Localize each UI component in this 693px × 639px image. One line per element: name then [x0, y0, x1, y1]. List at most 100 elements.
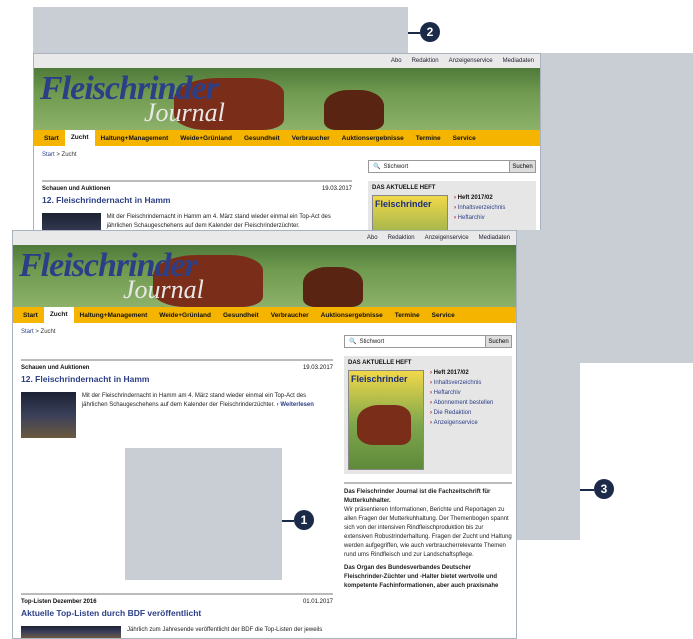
main-column: Schauen und Auktionen 19.03.2017 12. Fle…	[21, 359, 333, 438]
issue-link-anzeigen[interactable]: Anzeigenservice	[430, 420, 493, 426]
header-banner: Fleischrinder Journal	[13, 245, 516, 307]
callout-2: 2	[420, 22, 440, 42]
article-text-body: Mit der Fleischrindernacht in Hamm am 4.…	[81, 393, 307, 408]
nav-zucht[interactable]: Zucht	[43, 307, 74, 323]
nav-start[interactable]: Start	[17, 312, 44, 319]
search-placeholder: Stichwort	[359, 338, 385, 345]
article-kicker: Schauen und Auktionen	[42, 186, 111, 192]
nav-haltung[interactable]: Haltung+Management	[95, 135, 175, 142]
callout-3: 3	[594, 479, 614, 499]
current-issue-box: DAS AKTUELLE HEFT Fleischrinder Heft 201…	[344, 356, 512, 474]
article-body: Mit der Fleischrindernacht in Hamm am 4.…	[21, 392, 333, 438]
annotation-region-3-lower	[517, 230, 580, 540]
issue-number: Heft 2017/02	[430, 370, 493, 376]
issue-link-abo[interactable]: Abonnement bestellen	[430, 400, 494, 406]
article2-body: Jährlich zum Jahresende veröffentlicht d…	[21, 626, 333, 638]
issue-link-redaktion[interactable]: Die Redaktion	[430, 410, 493, 416]
top-link-redaktion[interactable]: Redaktion	[412, 58, 439, 64]
search-box: 🔍 Stichwort Suchen	[344, 335, 512, 348]
nav-weide[interactable]: Weide+Grünland	[153, 312, 217, 319]
issue-cover[interactable]: Fleischrinder	[348, 370, 424, 470]
header-banner: Fleischrinder Journal	[34, 68, 540, 130]
cover-title: Fleischrinder	[375, 199, 432, 209]
page-screenshot-wide: Abo Redaktion Anzeigenservice Mediadaten…	[33, 53, 541, 233]
nav-termine[interactable]: Termine	[389, 312, 426, 319]
search-input[interactable]: 🔍 Stichwort	[345, 336, 485, 347]
issue-link-heftarchiv[interactable]: Heftarchiv	[454, 215, 505, 221]
article-image[interactable]	[21, 392, 76, 438]
article2-title[interactable]: Aktuelle Top-Listen durch BDF veröffentl…	[21, 608, 333, 618]
callout-line-1	[282, 520, 294, 522]
top-link-mediadaten[interactable]: Mediadaten	[479, 235, 510, 241]
breadcrumb-start[interactable]: Start	[42, 152, 55, 158]
nav-zucht[interactable]: Zucht	[64, 130, 95, 146]
top-link-anzeigenservice[interactable]: Anzeigenservice	[425, 235, 469, 241]
callout-1: 1	[294, 510, 314, 530]
current-issue-row: Fleischrinder Heft 2017/02 Inhaltsverzei…	[348, 370, 508, 470]
issue-link-inhalt[interactable]: Inhaltsverzeichnis	[454, 205, 506, 211]
nav-start[interactable]: Start	[38, 135, 65, 142]
nav-auktionsergebnisse[interactable]: Auktionsergebnisse	[315, 312, 389, 319]
nav-termine[interactable]: Termine	[410, 135, 447, 142]
nav-verbraucher[interactable]: Verbraucher	[265, 312, 315, 319]
current-issue-box: DAS AKTUELLE HEFT Fleischrinder Heft 201…	[368, 181, 536, 232]
nav-service[interactable]: Service	[447, 135, 482, 142]
breadcrumb-start[interactable]: Start	[21, 329, 34, 335]
top-link-abo[interactable]: Abo	[367, 235, 378, 241]
article2-kicker: Top-Listen Dezember 2016	[21, 599, 97, 605]
logo-journal: Journal	[144, 98, 225, 127]
nav-gesundheit[interactable]: Gesundheit	[238, 135, 286, 142]
issue-cover[interactable]: Fleischrinder	[372, 195, 448, 232]
main-column: Schauen und Auktionen 19.03.2017 12. Fle…	[42, 180, 352, 232]
nav-verbraucher[interactable]: Verbraucher	[286, 135, 336, 142]
issue-links: Heft 2017/02 Inhaltsverzeichnis Heftarch…	[430, 370, 494, 470]
top-links: Abo Redaktion Anzeigenservice Mediadaten	[13, 231, 516, 245]
issue-link-heftarchiv[interactable]: Heftarchiv	[430, 390, 493, 396]
issue-link-inhalt[interactable]: Inhaltsverzeichnis	[430, 380, 493, 386]
article-text: Mit der Fleischrindernacht in Hamm am 4.…	[82, 392, 333, 438]
article2-image[interactable]	[21, 626, 121, 638]
top-links: Abo Redaktion Anzeigenservice Mediadaten	[34, 54, 540, 68]
main-column-second-article: Top-Listen Dezember 2016 01.01.2017 Aktu…	[21, 593, 333, 638]
top-link-mediadaten[interactable]: Mediadaten	[503, 58, 534, 64]
cover-title: Fleischrinder	[351, 374, 408, 384]
nav-gesundheit[interactable]: Gesundheit	[217, 312, 265, 319]
about-box: Das Fleischrinder Journal ist die Fachze…	[344, 482, 512, 591]
article-title[interactable]: 12. Fleischrindernacht in Hamm	[21, 374, 333, 384]
current-issue-row: Fleischrinder Heft 2017/02 Inhaltsverzei…	[372, 195, 532, 232]
search-box: 🔍 Stichwort Suchen	[368, 160, 536, 173]
read-more-link[interactable]: › Weiterlesen	[277, 402, 314, 408]
top-link-redaktion[interactable]: Redaktion	[388, 235, 415, 241]
article-title[interactable]: 12. Fleischrindernacht in Hamm	[42, 195, 352, 205]
callout-line-3	[580, 489, 594, 491]
search-input[interactable]: 🔍 Stichwort	[369, 161, 509, 172]
article-header: Schauen und Auktionen 19.03.2017	[42, 180, 352, 192]
article2-text: Jährlich zum Jahresende veröffentlicht d…	[127, 627, 323, 633]
search-button[interactable]: Suchen	[485, 336, 511, 347]
sidebar: 🔍 Stichwort Suchen DAS AKTUELLE HEFT Fle…	[368, 160, 536, 232]
annotation-region-2	[33, 7, 408, 53]
search-button[interactable]: Suchen	[509, 161, 535, 172]
search-icon: 🔍	[349, 339, 357, 345]
article-date: 19.03.2017	[321, 186, 352, 192]
issue-number: Heft 2017/02	[454, 195, 505, 201]
calf-image	[303, 267, 363, 307]
search-icon: 🔍	[373, 164, 381, 170]
current-issue-heading: DAS AKTUELLE HEFT	[372, 185, 436, 191]
top-link-anzeigenservice[interactable]: Anzeigenservice	[449, 58, 493, 64]
article-date: 19.03.2017	[302, 365, 333, 371]
search-placeholder: Stichwort	[383, 163, 409, 170]
article-kicker: Schauen und Auktionen	[21, 365, 90, 371]
nav-haltung[interactable]: Haltung+Management	[74, 312, 154, 319]
nav-service[interactable]: Service	[426, 312, 461, 319]
nav-auktionsergebnisse[interactable]: Auktionsergebnisse	[336, 135, 410, 142]
about-heading-2: Das Organ des Bundesverbandes Deutscher …	[344, 565, 499, 589]
calf-image	[324, 90, 384, 130]
main-nav: Start Zucht Haltung+Management Weide+Grü…	[34, 130, 540, 146]
breadcrumb-current: Zucht	[40, 329, 56, 335]
article2-date: 01.01.2017	[302, 599, 333, 605]
breadcrumb-separator: >	[56, 152, 60, 158]
annotation-region-1	[125, 448, 282, 580]
nav-weide[interactable]: Weide+Grünland	[174, 135, 238, 142]
top-link-abo[interactable]: Abo	[391, 58, 402, 64]
